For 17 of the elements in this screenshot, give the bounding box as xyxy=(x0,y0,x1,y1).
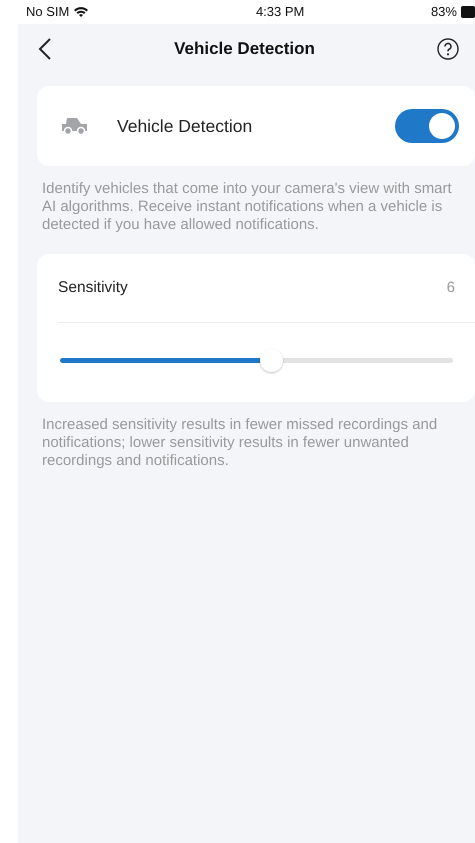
sensitivity-label: Sensitivity xyxy=(58,278,128,298)
toggle-switch[interactable] xyxy=(395,109,459,143)
page-title: Vehicle Detection xyxy=(174,38,315,60)
clock-text: 4:33 PM xyxy=(256,3,304,22)
battery-text: 83% xyxy=(430,3,457,22)
sensitivity-value: 6 xyxy=(446,278,455,298)
back-icon[interactable] xyxy=(38,38,52,60)
slider-thumb[interactable] xyxy=(260,349,283,372)
help-icon[interactable] xyxy=(437,38,459,60)
description-text: Increased sensitivity results in fewer missed recordings and notifications; lower sensitivity results in fewer unwanted recordings and notifications. xyxy=(42,416,438,470)
wifi-icon xyxy=(73,6,90,18)
car-icon xyxy=(61,117,88,135)
sensitivity-slider[interactable] xyxy=(60,349,453,372)
battery-icon xyxy=(460,6,475,18)
carrier-text: No SIM xyxy=(26,3,70,22)
vehicle-detection-label: Vehicle Detection xyxy=(117,114,254,138)
description-text: Identify vehicles that come into your camera's view with smart AI algorithms. Receive instant notifications when a vehicle is detected if you have allowed notifications. xyxy=(42,180,453,234)
